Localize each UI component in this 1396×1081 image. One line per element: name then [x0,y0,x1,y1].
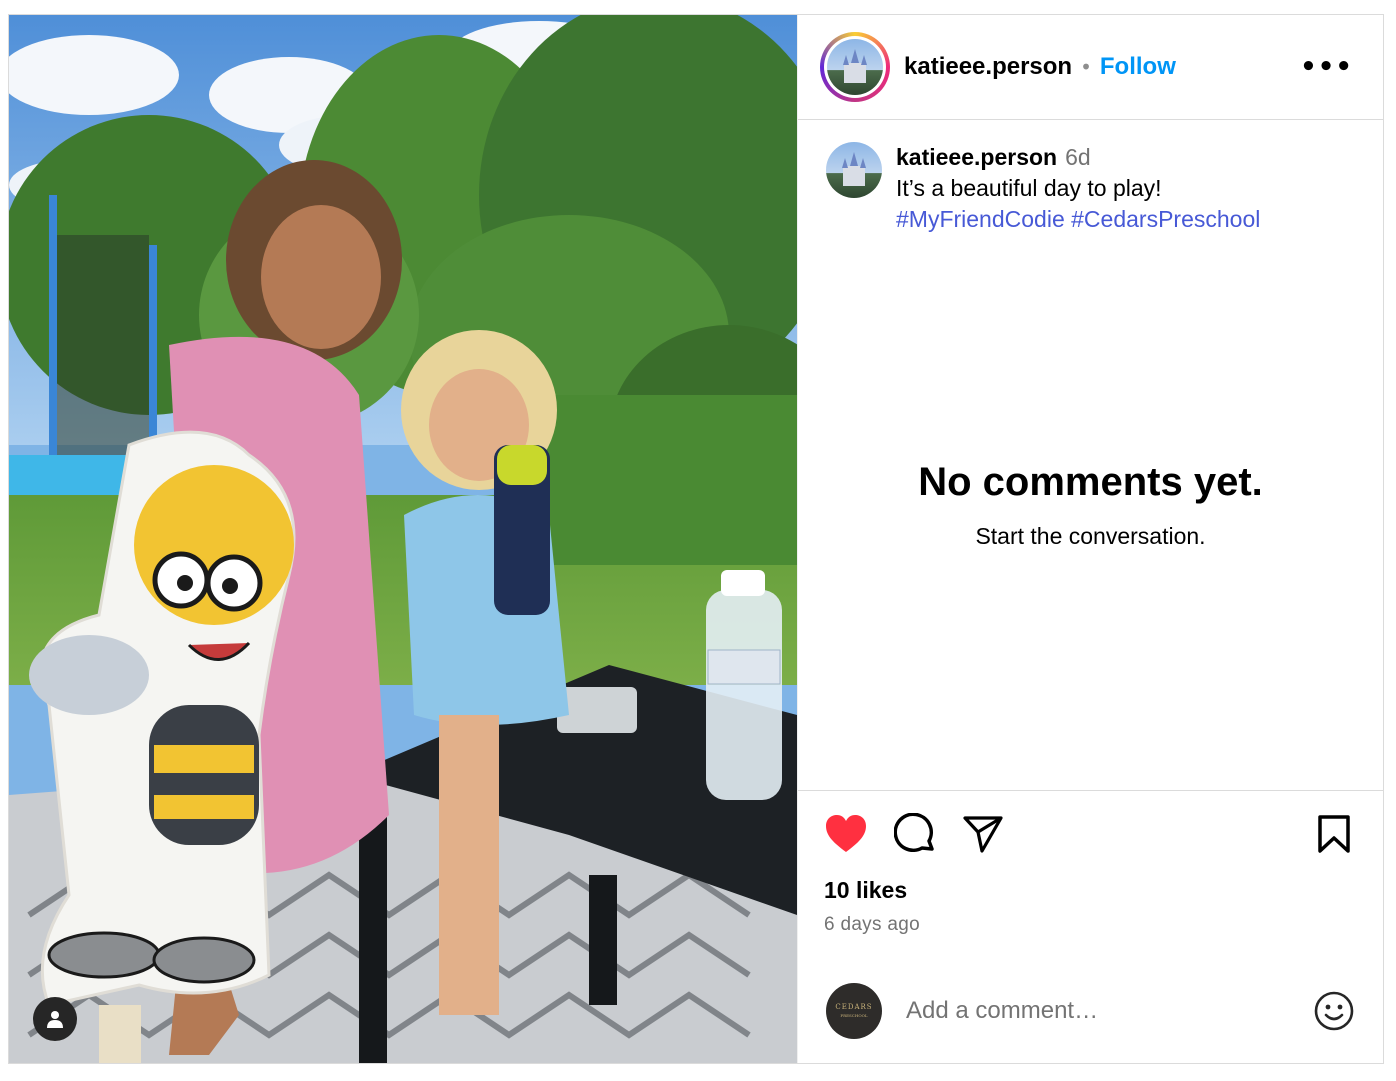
empty-comments-subtitle: Start the conversation. [975,523,1206,549]
caption-hashtags: #MyFriendCodie #CedarsPreschool [896,204,1260,235]
author-avatar [827,39,883,95]
castle-icon [843,48,867,83]
separator-dot: • [1080,55,1092,79]
comment-icon[interactable] [894,813,936,855]
hashtag-link[interactable]: #MyFriendCodie [896,206,1065,232]
caption-avatar[interactable] [826,142,882,198]
post-photo[interactable] [9,15,797,1063]
comments-area: katieee.person 6d It’s a beautiful day to… [798,120,1383,790]
tagged-users-button[interactable] [33,997,77,1041]
post-card: katieee.person • Follow ••• katieee.pers [8,14,1384,1064]
caption-text: katieee.person 6d It’s a beautiful day to… [896,142,1260,235]
author-story-ring[interactable] [820,32,890,102]
empty-comments-title: No comments yet. [918,460,1263,504]
hashtag-link[interactable]: #CedarsPreschool [1071,206,1260,232]
post-actions: 10 likes 6 days ago [798,790,1383,958]
bookmark-icon[interactable] [1317,814,1351,854]
comment-composer: CEDARS PRESCHOOL [798,958,1383,1063]
my-avatar-logo: CEDARS [835,1002,873,1011]
post-timestamp[interactable]: 6 days ago [824,914,1355,936]
author-username[interactable]: katieee.person [904,53,1072,81]
comment-input[interactable] [904,995,1313,1026]
my-avatar-sublogo: PRESCHOOL [840,1012,868,1018]
emoji-icon[interactable] [1313,990,1355,1032]
my-avatar[interactable]: CEDARS PRESCHOOL [826,982,882,1039]
action-icons [824,813,1355,855]
heart-icon[interactable] [824,814,868,854]
likes-count[interactable]: 10 likes [824,877,1355,904]
post-caption: katieee.person 6d It’s a beautiful day to… [826,142,1355,235]
post-side-panel: katieee.person • Follow ••• katieee.pers [797,15,1383,1063]
empty-comments: No comments yet. Start the conversation. [798,460,1383,550]
send-icon[interactable] [962,814,1004,854]
caption-body: It’s a beautiful day to play! [896,175,1162,201]
caption-username[interactable]: katieee.person [896,144,1057,170]
more-icon[interactable]: ••• [1300,54,1353,80]
person-icon [47,1011,63,1028]
castle-icon [842,151,866,186]
follow-button[interactable]: Follow [1100,53,1176,81]
post-header: katieee.person • Follow ••• [798,15,1383,120]
caption-time[interactable]: 6d [1065,144,1091,170]
photo-illustration [9,15,797,1063]
